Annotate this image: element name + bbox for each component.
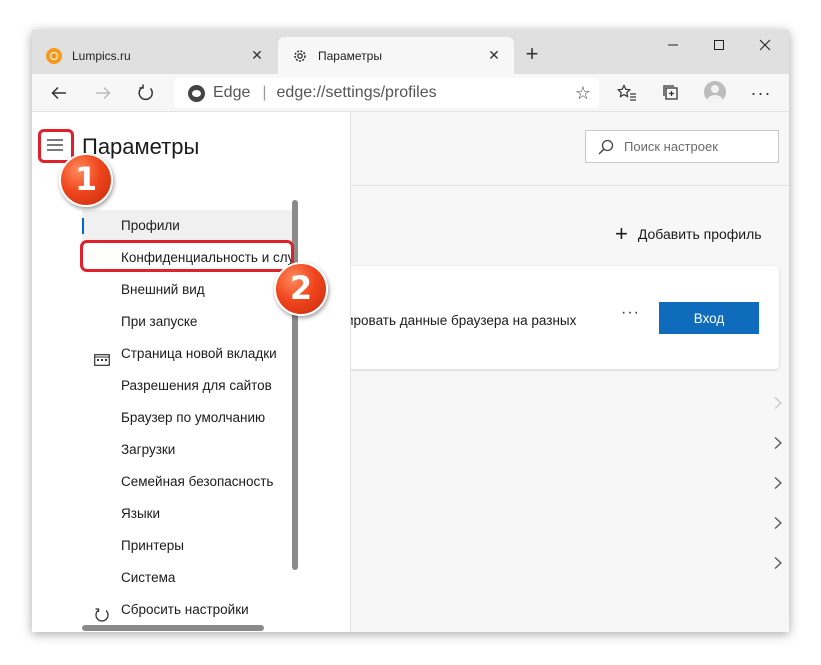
- sidebar-item-label: Страница новой вкладки: [121, 346, 277, 361]
- sync-description: ировать данные браузера на разных: [351, 313, 577, 328]
- sidebar-item-label: Семейная безопасность: [121, 474, 274, 489]
- forward-button[interactable]: [88, 78, 118, 108]
- close-tab-icon[interactable]: ✕: [484, 45, 504, 65]
- search-placeholder: Поиск настроек: [624, 139, 718, 154]
- sidebar-item-family-safety[interactable]: Семейная безопасность: [82, 466, 298, 498]
- step-badge-1: 1: [59, 153, 113, 207]
- plus-icon: +: [615, 221, 628, 246]
- favorite-star-icon[interactable]: ☆: [575, 83, 591, 104]
- address-separator: |: [262, 84, 267, 101]
- address-bar[interactable]: Edge | edge://settings/profiles ☆: [174, 78, 599, 108]
- reset-icon: [94, 603, 110, 622]
- close-window-button[interactable]: [742, 30, 788, 60]
- sidebar-item-startup[interactable]: При запуске: [82, 306, 298, 338]
- sidebar-item-appearance[interactable]: Внешний вид: [82, 274, 298, 306]
- browser-window: Lumpics.ru ✕ Параметры ✕ + Edge | edge:/…: [32, 30, 789, 632]
- chevron-right-icon[interactable]: [771, 556, 785, 570]
- sidebar-horizontal-scrollbar[interactable]: [82, 625, 264, 631]
- tab-label: Lumpics.ru: [72, 48, 131, 63]
- chevron-right-icon[interactable]: [771, 516, 785, 530]
- address-brand: Edge: [213, 84, 251, 101]
- profile-avatar[interactable]: [704, 81, 726, 103]
- step-badge-2: 2: [274, 262, 328, 316]
- refresh-button[interactable]: [131, 78, 161, 108]
- toolbar: Edge | edge://settings/profiles ☆ ···: [32, 74, 789, 112]
- profile-card: ировать данные браузера на разных ··· Вх…: [351, 266, 779, 369]
- favorites-button[interactable]: [612, 78, 642, 108]
- more-menu-button[interactable]: ···: [746, 78, 776, 108]
- sidebar-item-label: Браузер по умолчанию: [121, 410, 266, 425]
- tab-lumpics[interactable]: Lumpics.ru ✕: [32, 37, 277, 74]
- sidebar-item-new-tab-page[interactable]: Страница новой вкладки: [82, 338, 298, 370]
- new-tab-page-icon: [94, 347, 110, 366]
- sidebar-item-label: Сбросить настройки: [121, 602, 249, 617]
- gear-icon: [292, 48, 308, 64]
- chevron-right-icon[interactable]: [771, 436, 785, 450]
- settings-main: Поиск настроек + Добавить профиль ироват…: [351, 112, 789, 632]
- sidebar-item-label: Загрузки: [121, 442, 176, 457]
- settings-nav-list: Профили Конфиденциальность и службы Внеш…: [82, 210, 298, 626]
- sidebar-item-profiles[interactable]: Профили: [82, 210, 298, 242]
- sidebar-item-label: При запуске: [121, 314, 198, 329]
- minimize-button[interactable]: [650, 30, 696, 60]
- sidebar-item-downloads[interactable]: Загрузки: [82, 434, 298, 466]
- close-tab-icon[interactable]: ✕: [247, 45, 267, 65]
- search-icon: [598, 139, 614, 155]
- tab-bar: Lumpics.ru ✕ Параметры ✕ +: [32, 30, 789, 74]
- sidebar-item-label: Система: [121, 570, 176, 585]
- chevron-right-icon[interactable]: [771, 476, 785, 490]
- lumpics-favicon-icon: [46, 47, 62, 64]
- add-profile-button[interactable]: + Добавить профиль: [615, 221, 762, 246]
- sidebar-item-label: Принтеры: [121, 538, 184, 553]
- collections-button[interactable]: [656, 78, 686, 108]
- sidebar-item-default-browser[interactable]: Браузер по умолчанию: [82, 402, 298, 434]
- sidebar-item-label: Разрешения для сайтов: [121, 378, 272, 393]
- edge-logo-icon: [188, 84, 205, 102]
- privacy-item-highlight: [80, 240, 294, 272]
- chevron-right-icon[interactable]: [771, 396, 785, 410]
- header-divider: [351, 185, 789, 186]
- sidebar-item-site-permissions[interactable]: Разрешения для сайтов: [82, 370, 298, 402]
- maximize-button[interactable]: [696, 30, 742, 60]
- sign-in-button[interactable]: Вход: [659, 302, 759, 334]
- address-url: edge://settings/profiles: [276, 84, 437, 101]
- tab-label: Параметры: [318, 48, 382, 63]
- add-profile-label: Добавить профиль: [637, 226, 762, 242]
- sidebar-item-label: Профили: [121, 218, 180, 233]
- sidebar-item-label: Внешний вид: [121, 282, 205, 297]
- sidebar-item-languages[interactable]: Языки: [82, 498, 298, 530]
- back-button[interactable]: [44, 78, 74, 108]
- tab-settings[interactable]: Параметры ✕: [278, 37, 514, 74]
- profile-more-button[interactable]: ···: [621, 304, 640, 322]
- sidebar-item-reset[interactable]: Сбросить настройки: [82, 594, 298, 626]
- sidebar-item-system[interactable]: Система: [82, 562, 298, 594]
- sidebar-item-printers[interactable]: Принтеры: [82, 530, 298, 562]
- sidebar-item-label: Языки: [121, 506, 161, 521]
- search-settings-input[interactable]: Поиск настроек: [585, 130, 779, 163]
- new-tab-button[interactable]: +: [518, 40, 546, 68]
